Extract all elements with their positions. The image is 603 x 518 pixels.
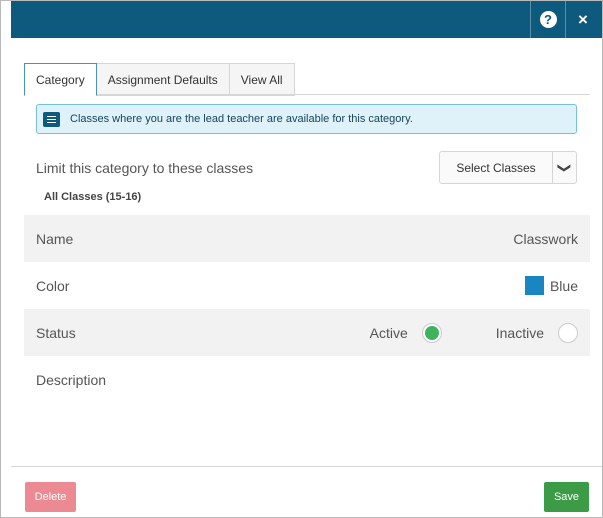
delete-button[interactable]: Delete: [25, 482, 76, 512]
save-button[interactable]: Save: [544, 482, 589, 512]
dialog-titlebar: ? ×: [11, 1, 602, 38]
status-options: Active Inactive: [369, 322, 578, 343]
color-swatch[interactable]: [524, 276, 544, 295]
color-picker[interactable]: Blue: [524, 276, 578, 295]
status-active-label: Active: [369, 324, 408, 341]
color-label: Color: [36, 277, 70, 294]
footer-divider: [11, 466, 602, 467]
help-icon: ?: [539, 11, 557, 28]
select-classes-label[interactable]: Select Classes: [440, 152, 553, 183]
message-icon: [43, 111, 60, 127]
description-row: Description: [24, 356, 590, 403]
status-label: Status: [36, 324, 76, 341]
limit-label: Limit this category to these classes: [36, 160, 254, 176]
info-text: Classes where you are the lead teacher a…: [70, 113, 413, 125]
tab-assignment-defaults[interactable]: Assignment Defaults: [95, 63, 230, 96]
select-classes-button[interactable]: Select Classes ❯: [439, 151, 577, 184]
dialog: ? × Category Assignment Defaults View Al…: [0, 0, 603, 518]
status-active-radio[interactable]: [421, 322, 442, 343]
name-row: Name Classwork: [24, 215, 590, 262]
status-row: Status Active Inactive: [24, 309, 590, 356]
all-classes-label: All Classes (15-16): [44, 191, 142, 203]
color-row: Color Blue: [24, 262, 590, 309]
chevron-down-icon[interactable]: ❯: [553, 152, 576, 183]
color-value: Blue: [549, 277, 578, 294]
tab-category[interactable]: Category: [24, 63, 97, 96]
status-inactive-label: Inactive: [495, 324, 544, 341]
info-banner: Classes where you are the lead teacher a…: [36, 104, 577, 134]
status-active-option[interactable]: Active: [369, 322, 442, 343]
help-button[interactable]: ?: [530, 1, 566, 38]
status-inactive-radio[interactable]: [558, 322, 578, 343]
name-label: Name: [36, 230, 74, 247]
name-value[interactable]: Classwork: [513, 231, 578, 247]
close-icon[interactable]: ×: [566, 1, 600, 38]
description-label: Description: [36, 371, 107, 388]
tab-view-all[interactable]: View All: [228, 63, 295, 96]
tabs-divider: [24, 94, 590, 95]
status-inactive-option[interactable]: Inactive: [495, 322, 578, 343]
tab-bar: Category Assignment Defaults View All: [24, 63, 295, 96]
